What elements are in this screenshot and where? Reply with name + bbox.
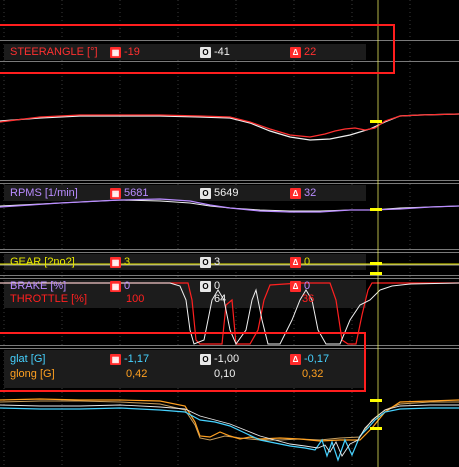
steer-compare-value: O -41 bbox=[200, 45, 230, 60]
delta-icon: Δ bbox=[290, 256, 301, 268]
glong-reference-trace bbox=[0, 398, 459, 442]
rpm-channel-header[interactable]: RPMS [1/min] ▦ 5681 O 5649 Δ 32 bbox=[8, 186, 459, 201]
reference-lap-icon: ▦ bbox=[110, 46, 121, 58]
steer-channel-label: STEERANGLE [°] bbox=[10, 46, 98, 58]
reference-lap-icon: ▦ bbox=[110, 280, 121, 292]
gear-delta-value: Δ0 bbox=[290, 255, 310, 270]
compare-lap-icon: O bbox=[200, 256, 211, 268]
glong-channel-header[interactable]: glong [G] 0,42 0,10 0,32 bbox=[8, 367, 459, 382]
throttle-channel-header[interactable]: THROTTLE [%] 100 64 36 bbox=[8, 292, 459, 307]
steer-reference-value: ▦ -19 bbox=[110, 46, 140, 58]
reference-lap-icon: ▦ bbox=[110, 187, 121, 199]
delta-icon: Δ bbox=[290, 280, 301, 292]
glat-delta-value: Δ -0,17 bbox=[290, 352, 329, 367]
compare-lap-icon: O bbox=[200, 353, 211, 365]
glat-reference-trace bbox=[0, 407, 459, 462]
glat-reference-value: ▦ -1,17 bbox=[110, 353, 150, 365]
reference-lap-icon: ▦ bbox=[110, 256, 121, 268]
delta-icon: Δ bbox=[290, 353, 301, 365]
steer-channel-header[interactable]: STEERANGLE [°] ▦ -19 O -41 Δ 22 bbox=[8, 45, 459, 60]
rpm-delta-value: Δ 32 bbox=[290, 186, 316, 201]
steer-reference-trace bbox=[0, 113, 459, 138]
compare-lap-icon: O bbox=[200, 187, 211, 199]
throttle-compare-value: 64 bbox=[214, 293, 227, 305]
delta-icon: Δ bbox=[290, 46, 301, 58]
cursor-markers bbox=[370, 120, 382, 430]
throttle-cursor-marker bbox=[370, 272, 382, 275]
gear-channel-label: GEAR [?no?] bbox=[10, 256, 75, 268]
glat-compare-value: O -1,00 bbox=[200, 352, 239, 367]
glat-channel-header[interactable]: glat [G] ▦ -1,17 O -1,00 Δ -0,17 bbox=[8, 352, 459, 367]
compare-lap-icon: O bbox=[200, 46, 211, 58]
glong-cursor-marker bbox=[370, 399, 382, 402]
glong-delta-value: 0,32 bbox=[302, 368, 324, 380]
throttle-channel-label: THROTTLE [%] bbox=[10, 293, 88, 305]
gear-compare-value: O3 bbox=[200, 255, 220, 270]
rpm-compare-value: O 5649 bbox=[200, 186, 238, 201]
throttle-reference-value: 100 bbox=[126, 293, 145, 305]
steer-compare-trace bbox=[0, 113, 459, 141]
reference-lap-icon: ▦ bbox=[110, 353, 121, 365]
throttle-delta-value: 36 bbox=[302, 293, 315, 305]
gear-reference-value: ▦ 3 bbox=[110, 256, 131, 268]
steer-delta-value: Δ 22 bbox=[290, 45, 316, 60]
glong-reference-value: 0,42 bbox=[126, 368, 148, 380]
steer-cursor-marker bbox=[370, 120, 382, 123]
glat-channel-label: glat [G] bbox=[10, 353, 46, 365]
glong-compare-value: 0,10 bbox=[214, 368, 236, 380]
rpm-channel-label: RPMS [1/min] bbox=[10, 187, 78, 199]
delta-icon: Δ bbox=[290, 187, 301, 199]
rpm-reference-value: ▦ 5681 bbox=[110, 187, 149, 199]
rpm-cursor-marker bbox=[370, 208, 382, 211]
glat-cursor-marker bbox=[370, 427, 382, 430]
gear-channel-header[interactable]: GEAR [?no?] ▦ 3 O3 Δ0 bbox=[8, 255, 459, 270]
glong-compare-trace bbox=[0, 400, 459, 441]
compare-lap-icon: O bbox=[200, 280, 211, 292]
glat-compare-trace bbox=[0, 404, 459, 457]
glong-channel-label: glong [G] bbox=[10, 368, 55, 380]
